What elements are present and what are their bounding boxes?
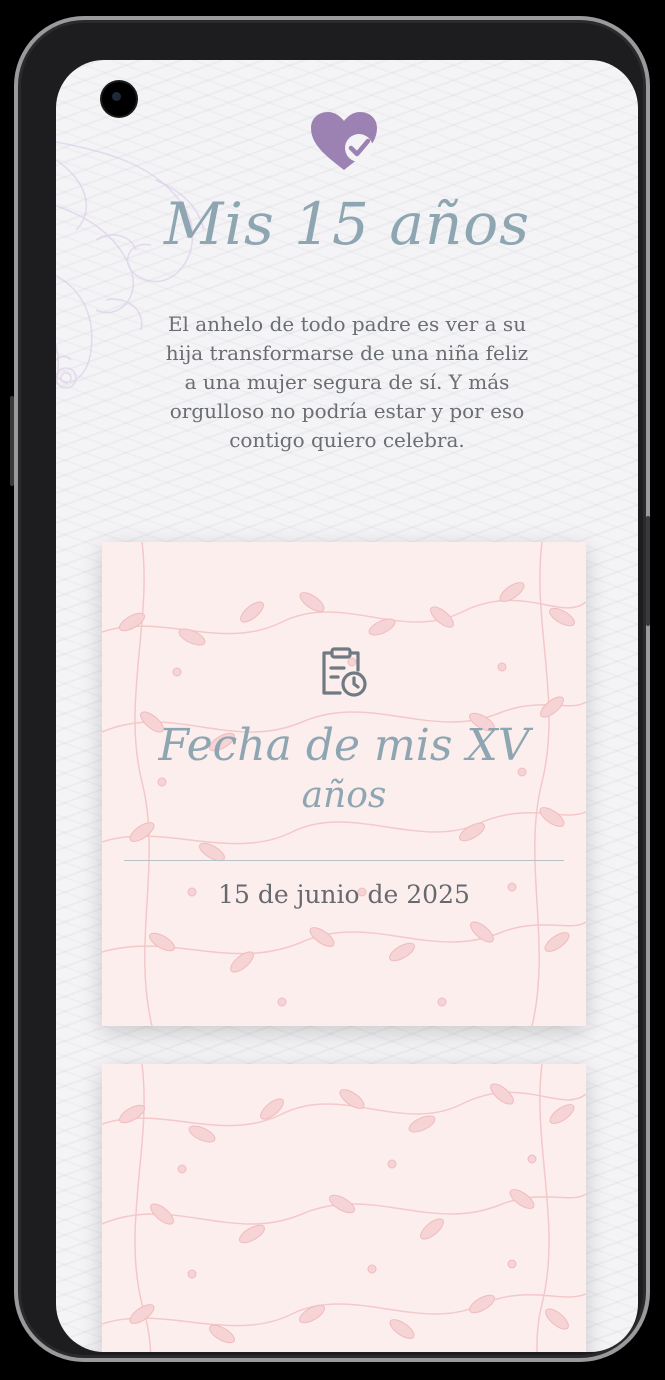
leaf-pattern: [102, 1064, 586, 1352]
intro-line: a una mujer segura de sí. Y más: [184, 370, 510, 394]
event-date: 15 de junio de 2025: [218, 880, 470, 909]
calendar-clock-icon: [322, 647, 367, 697]
front-camera: [102, 82, 136, 116]
volume-button: [10, 396, 14, 486]
next-card: [102, 1064, 586, 1352]
intro-line: contigo quiero celebra.: [229, 428, 465, 452]
date-card: Fecha de mis XV años 15 de junio de 2025: [102, 542, 586, 1026]
divider: [124, 860, 564, 861]
intro-line: El anhelo de todo padre es ver a su: [167, 312, 527, 336]
date-card-title-line: Fecha de mis XV: [158, 720, 530, 771]
intro-line: hija transformarse de una niña feliz: [165, 341, 529, 365]
date-card-title: Fecha de mis XV años: [102, 718, 586, 818]
date-card-title-line: años: [301, 775, 387, 816]
intro-line: orgulloso no podría estar y por eso: [169, 399, 525, 423]
phone-frame: Mis 15 años El anhelo de todo padre es v…: [10, 16, 650, 1362]
intro-text: El anhelo de todo padre es ver a su hija…: [136, 310, 558, 455]
power-button: [646, 516, 650, 626]
screen: Mis 15 años El anhelo de todo padre es v…: [56, 60, 638, 1352]
heart-check-icon: [311, 112, 377, 170]
page-title: Mis 15 años: [164, 190, 530, 258]
